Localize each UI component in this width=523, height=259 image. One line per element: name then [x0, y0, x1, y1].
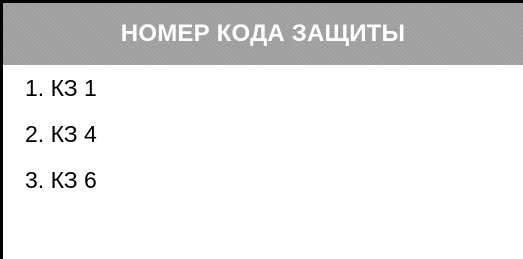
- protection-code-panel: НОМЕР КОДА ЗАЩИТЫ 1. КЗ 1 2. КЗ 4 3. КЗ …: [0, 0, 523, 259]
- list-item[interactable]: 3. КЗ 6: [25, 157, 97, 203]
- panel-header: НОМЕР КОДА ЗАЩИТЫ: [3, 3, 523, 65]
- protection-code-list: 1. КЗ 1 2. КЗ 4 3. КЗ 6: [25, 65, 97, 203]
- panel-title: НОМЕР КОДА ЗАЩИТЫ: [120, 20, 406, 47]
- list-item[interactable]: 2. КЗ 4: [25, 111, 97, 157]
- list-item[interactable]: 1. КЗ 1: [25, 65, 97, 111]
